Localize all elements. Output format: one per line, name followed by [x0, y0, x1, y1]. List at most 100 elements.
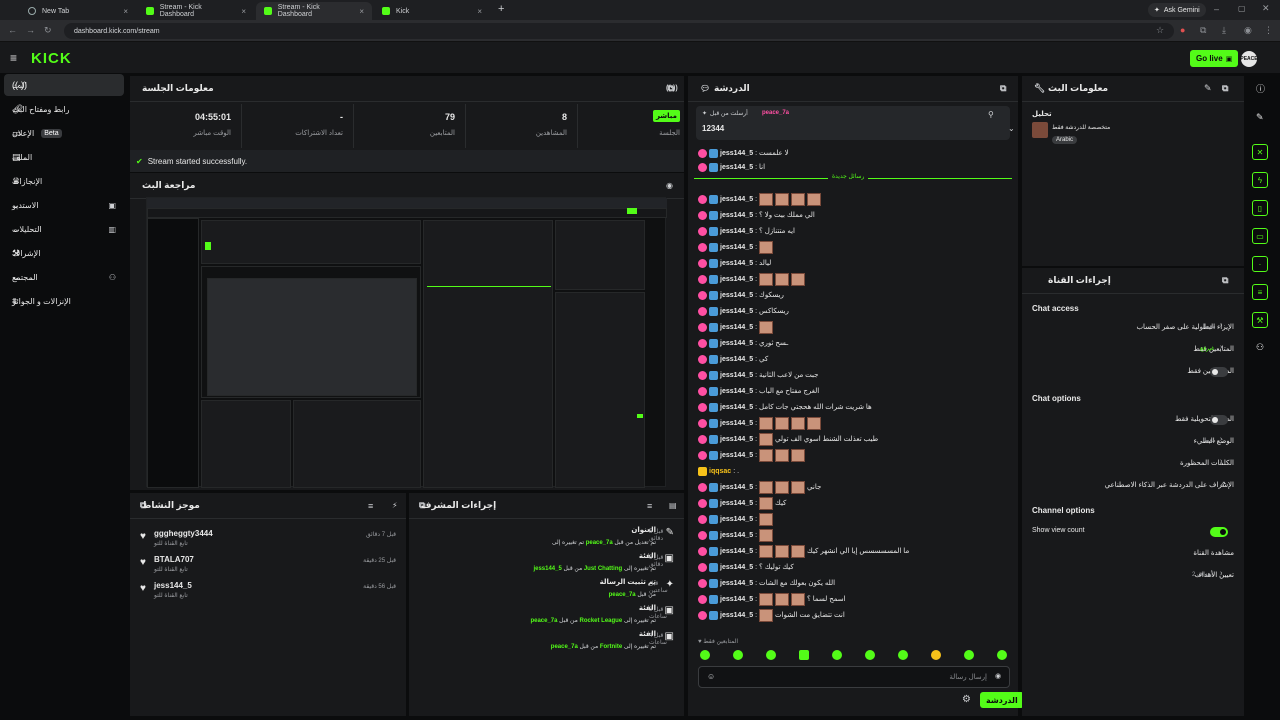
chat-username[interactable]: jess144_5 — [720, 260, 753, 267]
chat-username[interactable]: jess144_5 — [720, 372, 753, 379]
expand-icon[interactable]: ⧉ — [668, 83, 674, 94]
option-row[interactable]: الوضع البطيء معطل › — [1032, 434, 1234, 450]
emoji-icon[interactable]: ☺ — [707, 672, 715, 681]
browser-tab[interactable]: Kick × — [374, 2, 490, 20]
sidebar-item-stream[interactable]: ((·)) البث — [4, 74, 124, 96]
emote-icon[interactable] — [832, 650, 842, 660]
maximize-icon[interactable]: ▢ — [1238, 4, 1246, 13]
forward-icon[interactable]: → — [26, 25, 35, 35]
new-tab-icon[interactable]: + — [498, 3, 504, 15]
option-row[interactable]: الإيزاء البطولية على صفر الحساب معطل › — [1032, 320, 1234, 336]
close-icon[interactable]: × — [359, 7, 364, 16]
tool-button[interactable]: ϟ — [1252, 172, 1268, 188]
option-row[interactable]: تعيين الأهداف 2 اهداف › — [1032, 568, 1234, 584]
tool-button[interactable]: · — [1252, 256, 1268, 272]
chat-username[interactable]: jess144_5 — [720, 564, 753, 571]
toggle[interactable] — [1210, 367, 1228, 377]
emote-icon[interactable] — [799, 650, 809, 660]
option-row[interactable]: الإشراف على الدردشة عبر الذكاء الاصطناعي… — [1032, 478, 1234, 494]
go-live-button[interactable]: Go live ▣ — [1190, 50, 1239, 67]
chat-username[interactable]: jess144_5 — [720, 164, 753, 171]
chat-username[interactable]: jess144_5 — [720, 420, 753, 427]
users-icon[interactable]: ⚇ — [1256, 342, 1264, 353]
chat-username[interactable]: jess144_5 — [720, 292, 753, 299]
sidebar-item-drops[interactable]: ⩩ الإنزالات و الجوائز — [4, 290, 124, 312]
sidebar-item-community[interactable]: ⌄ المجتمع ⚇ — [4, 266, 124, 288]
chat-username[interactable]: jess144_5 — [720, 532, 753, 539]
chat-username[interactable]: jess144_5 — [720, 150, 753, 157]
chevron-down-icon[interactable]: ⌄ — [1008, 124, 1015, 133]
chat-username[interactable]: jess144_5 — [720, 212, 753, 219]
chat-username[interactable]: jess144_5 — [720, 244, 753, 251]
extensions-puzzle-icon[interactable]: ⧉ — [1200, 25, 1206, 36]
option-row[interactable]: المتابعين فقط غيرفع › — [1032, 342, 1234, 358]
pinned-message[interactable]: ✦ أرسلت من قبل peace_7a 12344 ⚲ ⌄ — [696, 106, 1015, 140]
settings-icon[interactable]: ◉ — [995, 672, 1001, 680]
emote-icon[interactable] — [898, 650, 908, 660]
option-row[interactable]: Show view count — [1032, 524, 1234, 540]
edit-icon[interactable]: ✎ — [1256, 112, 1264, 123]
expand-icon[interactable]: ⧉ — [1222, 83, 1228, 94]
chat-username[interactable]: jess144_5 — [720, 484, 753, 491]
expand-icon[interactable]: ⧉ — [1222, 275, 1228, 286]
emote-icon[interactable] — [865, 650, 875, 660]
sidebar-item-achievements[interactable]: ♛ الإنجازات — [4, 170, 124, 192]
chat-username[interactable]: jess144_5 — [720, 452, 753, 459]
sidebar-item-analytics[interactable]: ⌄ التحليلات ▥ — [4, 218, 124, 240]
kick-logo[interactable]: KICK — [31, 50, 72, 67]
emote-icon[interactable] — [766, 650, 776, 660]
option-row[interactable]: الصور التحويلية فقط — [1032, 412, 1234, 428]
language-tag[interactable]: Arabic — [1052, 136, 1078, 144]
emote-icon[interactable] — [700, 650, 710, 660]
sidebar-item-ads[interactable]: ▭ Beta الإعلان — [4, 122, 124, 144]
expand-icon[interactable]: ⧉ — [1000, 83, 1006, 94]
browser-tab-active[interactable]: Stream - Kick Dashboard × — [256, 2, 372, 20]
chat-username[interactable]: jess144_5 — [720, 404, 753, 411]
sidebar-item-profile[interactable]: ▤ الملف — [4, 146, 124, 168]
chat-username[interactable]: iqqsac — [709, 468, 731, 475]
window-close-icon[interactable]: ✕ — [1262, 3, 1270, 14]
minimize-icon[interactable]: – — [1214, 4, 1219, 14]
chat-username[interactable]: jess144_5 — [720, 388, 753, 395]
chat-username[interactable]: jess144_5 — [720, 276, 753, 283]
chat-username[interactable]: jess144_5 — [720, 324, 753, 331]
chat-input[interactable]: إرسال رسالة ☺ ◉ — [698, 666, 1010, 688]
info-icon[interactable]: ⓘ — [1256, 82, 1265, 95]
sidebar-item-stream-key[interactable]: 🔗︎ رابط ومفتاح البث — [4, 98, 124, 120]
browser-tab[interactable]: New Tab × — [20, 2, 136, 20]
option-row[interactable]: مشاهدة القناة — [1032, 546, 1234, 562]
pin-icon[interactable]: ⚲ — [988, 110, 994, 119]
chat-username[interactable]: jess144_5 — [720, 356, 753, 363]
back-icon[interactable]: ← — [8, 25, 17, 35]
option-row[interactable]: الكلمات المحظورة › — [1032, 456, 1234, 472]
tool-button[interactable]: ▭ — [1252, 228, 1268, 244]
close-icon[interactable]: × — [477, 7, 482, 16]
tool-button[interactable]: ≡ — [1252, 284, 1268, 300]
toggle[interactable] — [1210, 527, 1228, 537]
chat-username[interactable]: jess144_5 — [720, 436, 753, 443]
chat-username[interactable]: jess144_5 — [720, 308, 753, 315]
profile-icon[interactable]: ◉ — [1244, 25, 1252, 36]
emote-icon[interactable] — [733, 650, 743, 660]
emote-icon[interactable] — [964, 650, 974, 660]
filter-icon[interactable]: ≡ — [647, 501, 652, 511]
chat-username[interactable]: jess144_5 — [720, 548, 753, 555]
download-icon[interactable]: ⤓ — [1222, 25, 1226, 36]
chat-username[interactable]: jess144_5 — [720, 196, 753, 203]
chat-username[interactable]: jess144_5 — [720, 228, 753, 235]
browser-tab[interactable]: Stream - Kick Dashboard × — [138, 2, 254, 20]
chat-username[interactable]: jess144_5 — [720, 580, 753, 587]
chat-username[interactable]: jess144_5 — [720, 340, 753, 347]
toggle[interactable] — [1210, 415, 1228, 425]
extension-icon[interactable]: ● — [1180, 25, 1185, 35]
stream-preview-video[interactable] — [146, 197, 667, 488]
chat-username[interactable]: jess144_5 — [720, 516, 753, 523]
tool-button[interactable]: ✕ — [1252, 144, 1268, 160]
send-chat-button[interactable]: الدردشة — [980, 692, 1024, 708]
url-input[interactable]: dashboard.kick.com/stream — [64, 23, 1174, 39]
filter-icon[interactable]: ≡ — [368, 501, 373, 511]
close-icon[interactable]: × — [123, 7, 128, 16]
edit-icon[interactable]: ✎ — [1204, 83, 1212, 94]
hamburger-icon[interactable]: ≡ — [10, 51, 17, 65]
avatar[interactable]: PEACE — [1240, 51, 1258, 67]
